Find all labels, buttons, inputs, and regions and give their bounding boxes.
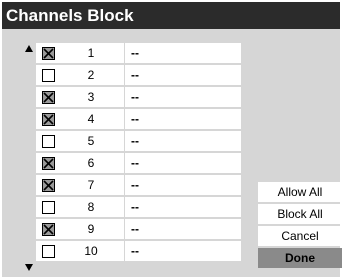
cancel-button[interactable]: Cancel bbox=[258, 226, 342, 246]
channel-row[interactable]: 8 -- bbox=[36, 197, 241, 218]
dialog-title: Channels Block bbox=[2, 2, 340, 29]
channels-block-dialog: Channels Block 1 -- 2 -- 3 -- 4 -- 5 -- 6 -- 7 -- 8 -- 9… bbox=[2, 2, 342, 277]
channel-name-cell: -- bbox=[125, 197, 241, 217]
channel-name-cell: -- bbox=[125, 219, 241, 239]
channel-checkbox-cell: 8 bbox=[36, 197, 124, 217]
channel-name-cell: -- bbox=[125, 87, 241, 107]
channel-row[interactable]: 4 -- bbox=[36, 109, 241, 130]
channel-name-cell: -- bbox=[125, 153, 241, 173]
channel-checkbox-cell: 4 bbox=[36, 109, 124, 129]
channel-name-cell: -- bbox=[125, 241, 241, 261]
done-button[interactable]: Done bbox=[258, 248, 342, 268]
allow-all-button[interactable]: Allow All bbox=[258, 182, 342, 202]
channel-name: -- bbox=[131, 200, 139, 214]
checkbox-checked-icon[interactable] bbox=[42, 179, 55, 192]
channel-number: 7 bbox=[87, 178, 95, 192]
channel-name: -- bbox=[131, 112, 139, 126]
channel-row[interactable]: 2 -- bbox=[36, 65, 241, 86]
channel-checkbox-cell: 10 bbox=[36, 241, 124, 261]
channel-checkbox-cell: 2 bbox=[36, 65, 124, 85]
checkbox-checked-icon[interactable] bbox=[42, 223, 55, 236]
channel-number: 1 bbox=[87, 46, 95, 60]
channel-name: -- bbox=[131, 68, 139, 82]
channel-row[interactable]: 1 -- bbox=[36, 43, 241, 64]
scroll-up-icon[interactable] bbox=[25, 45, 33, 52]
channel-name: -- bbox=[131, 244, 139, 258]
channel-name: -- bbox=[131, 222, 139, 236]
checkbox-unchecked-icon[interactable] bbox=[42, 245, 55, 258]
channel-number: 10 bbox=[84, 244, 98, 258]
block-all-button[interactable]: Block All bbox=[258, 204, 342, 224]
channel-name-cell: -- bbox=[125, 175, 241, 195]
channel-number: 2 bbox=[87, 68, 95, 82]
channel-checkbox-cell: 5 bbox=[36, 131, 124, 151]
channel-name: -- bbox=[131, 90, 139, 104]
channel-name-cell: -- bbox=[125, 109, 241, 129]
checkbox-checked-icon[interactable] bbox=[42, 113, 55, 126]
channel-name: -- bbox=[131, 134, 139, 148]
checkbox-unchecked-icon[interactable] bbox=[42, 135, 55, 148]
checkbox-unchecked-icon[interactable] bbox=[42, 69, 55, 82]
channel-name: -- bbox=[131, 156, 139, 170]
scroll-down-icon[interactable] bbox=[25, 264, 33, 271]
channel-name-cell: -- bbox=[125, 43, 241, 63]
channel-number: 6 bbox=[87, 156, 95, 170]
channel-number: 3 bbox=[87, 90, 95, 104]
channel-number: 4 bbox=[87, 112, 95, 126]
channel-checkbox-cell: 6 bbox=[36, 153, 124, 173]
channel-row[interactable]: 9 -- bbox=[36, 219, 241, 240]
checkbox-unchecked-icon[interactable] bbox=[42, 201, 55, 214]
channel-row[interactable]: 3 -- bbox=[36, 87, 241, 108]
channel-name: -- bbox=[131, 46, 139, 60]
channel-row[interactable]: 5 -- bbox=[36, 131, 241, 152]
channel-checkbox-cell: 7 bbox=[36, 175, 124, 195]
channel-row[interactable]: 10 -- bbox=[36, 241, 241, 262]
channel-name-cell: -- bbox=[125, 65, 241, 85]
channel-row[interactable]: 7 -- bbox=[36, 175, 241, 196]
channel-name-cell: -- bbox=[125, 131, 241, 151]
channel-number: 8 bbox=[87, 200, 95, 214]
checkbox-checked-icon[interactable] bbox=[42, 47, 55, 60]
checkbox-checked-icon[interactable] bbox=[42, 157, 55, 170]
channel-checkbox-cell: 1 bbox=[36, 43, 124, 63]
channel-checkbox-cell: 3 bbox=[36, 87, 124, 107]
channel-number: 9 bbox=[87, 222, 95, 236]
channel-row[interactable]: 6 -- bbox=[36, 153, 241, 174]
checkbox-checked-icon[interactable] bbox=[42, 91, 55, 104]
channel-number: 5 bbox=[87, 134, 95, 148]
channel-name: -- bbox=[131, 178, 139, 192]
channel-checkbox-cell: 9 bbox=[36, 219, 124, 239]
